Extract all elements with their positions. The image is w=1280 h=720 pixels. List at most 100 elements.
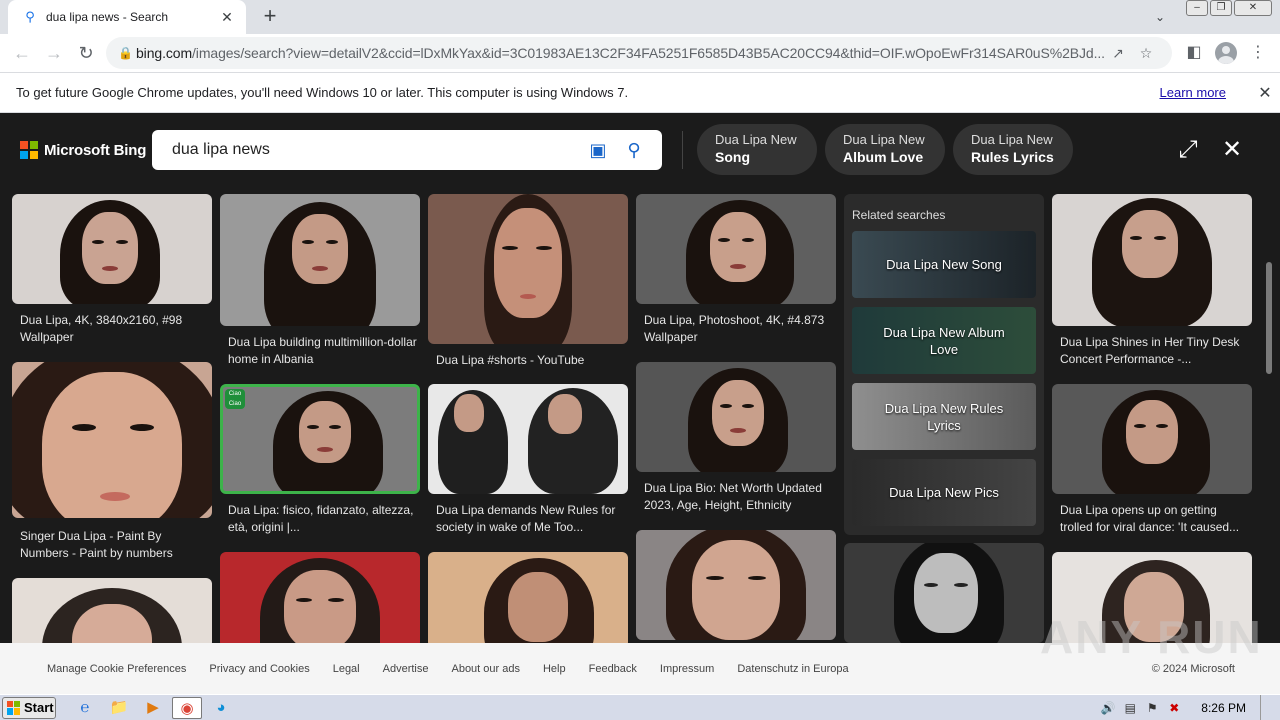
- image-results-grid: Dua Lipa, 4K, 3840x2160, #98 Wallpaper S…: [0, 188, 1280, 643]
- related-item-label: Dua Lipa New Song: [886, 257, 1002, 272]
- lock-icon[interactable]: 🔒: [118, 46, 136, 60]
- result-thumbnail[interactable]: [636, 362, 836, 472]
- bing-logo[interactable]: Microsoft Bing: [20, 141, 146, 159]
- minimize-button[interactable]: –: [1186, 0, 1208, 16]
- url-text[interactable]: bing.com/images/search?view=detailV2&cci…: [136, 45, 1104, 61]
- footer-link-legal[interactable]: Legal: [333, 663, 360, 675]
- edge-icon[interactable]: ◕: [206, 697, 236, 719]
- chip-line1: Dua Lipa New: [971, 132, 1053, 147]
- infobar-close-icon[interactable]: ✕: [1250, 83, 1280, 103]
- search-input[interactable]: [172, 141, 580, 159]
- related-item-label: Dua Lipa New Album Love: [883, 324, 1005, 357]
- update-infobar: To get future Google Chrome updates, you…: [0, 72, 1280, 113]
- search-icon[interactable]: ⚲: [616, 140, 652, 161]
- chip-line1: Dua Lipa New: [843, 132, 925, 147]
- result-caption: Dua Lipa Bio: Net Worth Updated 2023, Ag…: [644, 481, 822, 512]
- start-label: Start: [24, 700, 54, 715]
- scrollbar-thumb[interactable]: [1266, 262, 1272, 374]
- notification-x-icon[interactable]: ✖: [1163, 701, 1185, 715]
- tab-title: dua lipa news - Search: [46, 10, 169, 24]
- restore-button[interactable]: ❐: [1210, 0, 1232, 16]
- footer-link-privacy[interactable]: Privacy and Cookies: [209, 663, 309, 675]
- back-arrow-icon[interactable]: ←: [6, 37, 38, 69]
- new-tab-button[interactable]: +: [258, 5, 282, 29]
- forward-arrow-icon[interactable]: →: [38, 37, 70, 69]
- footer-link-cookie-preferences[interactable]: Manage Cookie Preferences: [47, 663, 186, 675]
- footer-link-advertise[interactable]: Advertise: [383, 663, 429, 675]
- footer-link-about-ads[interactable]: About our ads: [451, 663, 520, 675]
- side-panel-icon[interactable]: ◧: [1178, 37, 1210, 69]
- close-detail-icon[interactable]: ✕: [1217, 135, 1247, 165]
- anyrun-watermark: ANY RUN: [1040, 611, 1263, 663]
- tab-search-chevron-icon[interactable]: ⌄: [1150, 7, 1170, 27]
- result-caption: Dua Lipa Shines in Her Tiny Desk Concert…: [1060, 335, 1240, 366]
- ie-icon[interactable]: ℮: [70, 697, 100, 719]
- reload-icon[interactable]: ↻: [70, 37, 102, 69]
- action-center-flag-icon[interactable]: ⚑: [1141, 701, 1163, 715]
- result-thumbnail[interactable]: [12, 578, 212, 643]
- media-player-icon[interactable]: ▶: [138, 697, 168, 719]
- tab-active[interactable]: ⚲ dua lipa news - Search ✕: [8, 0, 246, 34]
- search-box[interactable]: ▣ ⚲: [152, 130, 662, 170]
- related-searches-title: Related searches: [852, 208, 946, 222]
- result-caption: Dua Lipa, Photoshoot, 4K, #4.873 Wallpap…: [644, 313, 825, 344]
- result-thumbnail[interactable]: [220, 194, 420, 326]
- result-thumbnail[interactable]: [12, 362, 212, 518]
- result-thumbnail[interactable]: [636, 194, 836, 304]
- related-item-new-album-love[interactable]: Dua Lipa New Album Love: [852, 307, 1036, 374]
- footer-link-datenschutz[interactable]: Datenschutz in Europa: [737, 663, 848, 675]
- search-favicon-icon: ⚲: [25, 9, 35, 24]
- related-chip-rules-lyrics[interactable]: Dua Lipa New Rules Lyrics: [953, 124, 1073, 175]
- result-thumbnail[interactable]: [428, 552, 628, 643]
- learn-more-link[interactable]: Learn more: [1160, 85, 1226, 100]
- chrome-icon[interactable]: ◉: [172, 696, 202, 719]
- chip-line2: Rules Lyrics: [971, 149, 1054, 165]
- bookmark-star-icon[interactable]: ☆: [1132, 45, 1160, 62]
- related-item-new-pics[interactable]: Dua Lipa New Pics: [852, 459, 1036, 526]
- chip-line1: Dua Lipa New: [715, 132, 797, 147]
- result-thumbnail[interactable]: [1052, 384, 1252, 494]
- result-thumbnail[interactable]: [1052, 194, 1252, 326]
- ciao-ciao-badge-icon: Ciao Ciao: [225, 389, 245, 409]
- windows-flag-icon: [7, 700, 21, 715]
- profile-avatar-icon[interactable]: [1215, 42, 1237, 64]
- result-thumbnail[interactable]: [12, 194, 212, 304]
- footer-link-impressum[interactable]: Impressum: [660, 663, 714, 675]
- tab-close-icon[interactable]: ✕: [218, 9, 236, 26]
- footer-link-help[interactable]: Help: [543, 663, 566, 675]
- url-path: /images/search?view=detailV2&ccid=lDxMkY…: [192, 45, 1104, 61]
- result-thumbnail[interactable]: [428, 194, 628, 344]
- window-close-button[interactable]: ✕: [1234, 0, 1272, 16]
- tab-strip: ⚲ dua lipa news - Search ✕ + ⌄ – ❐ ✕: [0, 0, 1280, 34]
- footer-link-feedback[interactable]: Feedback: [589, 663, 637, 675]
- header-divider: [682, 131, 683, 169]
- chip-line2: Album Love: [843, 149, 924, 165]
- result-caption: Dua Lipa, 4K, 3840x2160, #98 Wallpaper: [20, 313, 183, 344]
- result-thumbnail[interactable]: Ciao Ciao: [220, 384, 420, 494]
- related-item-new-rules-lyrics[interactable]: Dua Lipa New Rules Lyrics: [852, 383, 1036, 450]
- result-caption: Dua Lipa: fisico, fidanzato, altezza, et…: [228, 503, 414, 534]
- share-icon[interactable]: ↗: [1104, 45, 1132, 62]
- windows-taskbar: Start ℮ 📁 ▶ ◉ ◕ 🔊 ▤ ⚑ ✖ 8:26 PM: [0, 694, 1280, 720]
- result-thumbnail[interactable]: [844, 543, 1044, 643]
- related-chip-album-love[interactable]: Dua Lipa New Album Love: [825, 124, 945, 175]
- start-button[interactable]: Start: [2, 696, 56, 719]
- result-thumbnail[interactable]: [636, 530, 836, 640]
- clock[interactable]: 8:26 PM: [1201, 701, 1246, 715]
- visual-search-camera-icon[interactable]: ▣: [580, 140, 616, 161]
- result-thumbnail[interactable]: [220, 552, 420, 643]
- infobar-message: To get future Google Chrome updates, you…: [16, 85, 629, 100]
- expand-icon[interactable]: ⤢: [1173, 135, 1203, 165]
- related-item-label: Dua Lipa New Pics: [889, 485, 999, 500]
- volume-icon[interactable]: 🔊: [1097, 701, 1119, 715]
- related-chip-song[interactable]: Dua Lipa New Song: [697, 124, 817, 175]
- address-bar[interactable]: 🔒 bing.com/images/search?view=detailV2&c…: [106, 37, 1172, 69]
- show-desktop-button[interactable]: [1260, 695, 1270, 720]
- related-item-new-song[interactable]: Dua Lipa New Song: [852, 231, 1036, 298]
- network-icon[interactable]: ▤: [1119, 701, 1141, 715]
- folder-icon[interactable]: 📁: [104, 697, 134, 719]
- result-thumbnail[interactable]: [428, 384, 628, 494]
- chip-line2: Song: [715, 149, 750, 165]
- menu-kebab-icon[interactable]: ⋮: [1242, 37, 1274, 69]
- bing-header: Microsoft Bing ▣ ⚲ Dua Lipa New Song Dua…: [0, 113, 1280, 188]
